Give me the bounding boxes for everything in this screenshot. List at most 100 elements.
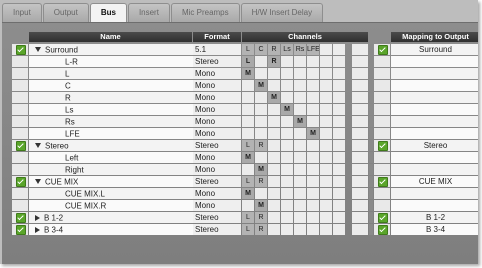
channel-cell[interactable]	[307, 104, 319, 115]
bus-row[interactable]: CUE MIX Stereo L R CUE MIX	[12, 176, 478, 187]
channel-cell[interactable]	[307, 116, 319, 127]
channel-cell[interactable]	[281, 176, 293, 187]
sub-path-row[interactable]: C Mono M	[12, 80, 478, 91]
mapping-to-output-cell[interactable]: B 1-2	[391, 212, 478, 223]
bus-format-cell[interactable]: Mono	[193, 116, 241, 127]
channel-cell[interactable]	[294, 104, 306, 115]
channel-cell[interactable]: Ls	[281, 44, 293, 55]
channel-cell-empty[interactable]	[320, 92, 332, 103]
channel-cell[interactable]: M	[242, 68, 254, 79]
channel-cell-empty[interactable]	[320, 104, 332, 115]
channel-cell[interactable]	[268, 152, 280, 163]
mapping-checkbox[interactable]	[378, 45, 388, 55]
channel-cell[interactable]	[307, 212, 319, 223]
sub-path-row[interactable]: Left Mono M	[12, 152, 478, 163]
channel-cell[interactable]	[281, 188, 293, 199]
mapping-to-output-cell[interactable]	[391, 200, 478, 211]
channel-cell[interactable]	[281, 56, 293, 67]
channel-cell-empty[interactable]	[320, 224, 332, 235]
channel-cell[interactable]	[255, 92, 267, 103]
mapping-to-output-cell[interactable]	[391, 128, 478, 139]
tab-output[interactable]: Output	[42, 3, 89, 22]
channel-cell[interactable]	[307, 188, 319, 199]
mapping-to-output-cell[interactable]	[391, 56, 478, 67]
sub-path-row[interactable]: Right Mono M	[12, 164, 478, 175]
channel-cell[interactable]	[281, 68, 293, 79]
channel-cell[interactable]	[307, 56, 319, 67]
channel-cell-empty[interactable]	[333, 188, 345, 199]
bus-row[interactable]: B 3-4 Stereo L R B 3-4	[12, 224, 478, 235]
bus-name-cell[interactable]: CUE MIX	[29, 176, 194, 187]
channel-cell[interactable]	[255, 116, 267, 127]
channel-cell[interactable]	[242, 80, 254, 91]
bus-format-cell[interactable]: Mono	[193, 68, 241, 79]
channel-cell[interactable]	[307, 92, 319, 103]
channel-cell[interactable]	[268, 176, 280, 187]
bus-name-cell[interactable]: B 1-2	[29, 212, 194, 223]
channel-cell-empty[interactable]	[333, 68, 345, 79]
channel-cell[interactable]: R	[255, 224, 267, 235]
channel-cell[interactable]	[242, 92, 254, 103]
tab-h-w-insert-delay[interactable]: H/W Insert Delay	[240, 3, 324, 22]
channel-cell-empty[interactable]	[333, 164, 345, 175]
mapping-to-output-cell[interactable]	[391, 188, 478, 199]
mapping-checkbox[interactable]	[378, 225, 388, 235]
channel-cell[interactable]: LFE	[307, 44, 319, 55]
bus-active-checkbox[interactable]	[16, 213, 26, 223]
sub-path-row[interactable]: Ls Mono M	[12, 104, 478, 115]
channel-cell-empty[interactable]	[333, 140, 345, 151]
channel-cell-empty[interactable]	[320, 164, 332, 175]
channel-cell-empty[interactable]	[333, 224, 345, 235]
mapping-to-output-cell[interactable]	[391, 152, 478, 163]
channel-cell[interactable]: R	[255, 212, 267, 223]
channel-cell[interactable]	[255, 188, 267, 199]
channel-cell[interactable]	[294, 80, 306, 91]
bus-format-cell[interactable]: Mono	[193, 152, 241, 163]
channel-cell[interactable]	[281, 80, 293, 91]
channel-cell[interactable]	[307, 68, 319, 79]
mapping-to-output-cell[interactable]: CUE MIX	[391, 176, 478, 187]
channel-cell-empty[interactable]	[333, 116, 345, 127]
channel-cell[interactable]	[294, 140, 306, 151]
channel-cell-empty[interactable]	[320, 200, 332, 211]
channel-cell[interactable]: M	[268, 92, 280, 103]
sub-path-row[interactable]: Rs Mono M	[12, 116, 478, 127]
format-column-header[interactable]: Format	[193, 32, 241, 42]
bus-format-cell[interactable]: Stereo	[193, 140, 241, 151]
channel-cell[interactable]	[242, 116, 254, 127]
channel-cell[interactable]	[268, 200, 280, 211]
channel-cell[interactable]: M	[255, 164, 267, 175]
channel-cell[interactable]	[268, 188, 280, 199]
channel-cell-empty[interactable]	[320, 116, 332, 127]
bus-row[interactable]: B 1-2 Stereo L R B 1-2	[12, 212, 478, 223]
bus-format-cell[interactable]: Stereo	[193, 56, 241, 67]
channel-cell[interactable]: M	[281, 104, 293, 115]
bus-format-cell[interactable]: Stereo	[193, 212, 241, 223]
channel-cell-empty[interactable]	[320, 80, 332, 91]
channel-cell[interactable]	[255, 68, 267, 79]
channel-cell-empty[interactable]	[333, 56, 345, 67]
bus-format-cell[interactable]: 5.1	[193, 44, 241, 55]
channel-cell[interactable]	[268, 104, 280, 115]
disclosure-triangle-down-icon[interactable]	[35, 143, 41, 149]
tab-mic-preamps[interactable]: Mic Preamps	[170, 3, 240, 22]
channel-cell-empty[interactable]	[333, 128, 345, 139]
channel-cell[interactable]	[307, 164, 319, 175]
bus-active-checkbox[interactable]	[16, 177, 26, 187]
channel-cell[interactable]	[294, 152, 306, 163]
bus-format-cell[interactable]: Mono	[193, 164, 241, 175]
bus-row[interactable]: Surround 5.1 L C R Ls Rs LFE Surround	[12, 44, 478, 55]
channel-cell-empty[interactable]	[320, 128, 332, 139]
channel-cell[interactable]	[294, 176, 306, 187]
channel-cell-empty[interactable]	[333, 92, 345, 103]
bus-active-checkbox[interactable]	[16, 225, 26, 235]
bus-name-cell[interactable]: Surround	[29, 44, 194, 55]
channel-cell[interactable]	[255, 104, 267, 115]
bus-active-checkbox[interactable]	[16, 141, 26, 151]
sub-path-row[interactable]: CUE MIX.L Mono M	[12, 188, 478, 199]
bus-format-cell[interactable]: Mono	[193, 200, 241, 211]
channel-cell-empty[interactable]	[320, 140, 332, 151]
channel-cell-empty[interactable]	[320, 44, 332, 55]
channel-cell[interactable]: M	[294, 116, 306, 127]
channel-cell[interactable]	[281, 212, 293, 223]
